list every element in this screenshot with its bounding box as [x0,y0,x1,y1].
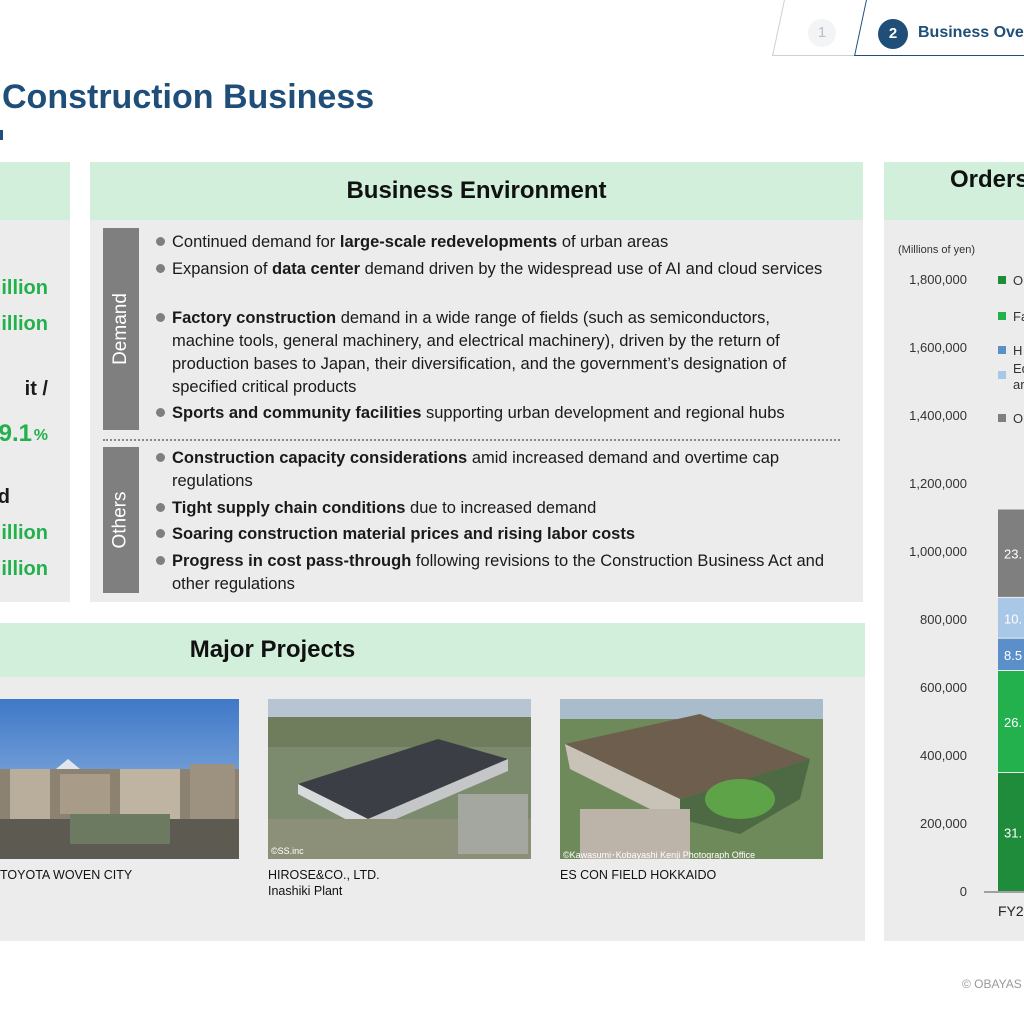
legend-label: Ed [1013,361,1024,376]
y-tick-label: 600,000 [920,680,967,695]
hirose-inashiki-plant-photo: ©SS.inc [268,699,531,859]
title-accent [0,130,3,140]
project-caption-1: TOYOTA WOVEN CITY [0,868,133,882]
y-tick-label: 200,000 [920,816,967,831]
left-panel-header [0,162,70,220]
es-con-field-photo: ©Kawasumi･Kobayashi Kenji Photograph Off… [560,699,823,859]
page-title: Construction Business [2,78,375,116]
summary-value-unit: % [33,427,48,444]
bar-segment-label: 31. [1004,826,1022,841]
tab-2-label[interactable]: Business Over [918,24,1024,42]
summary-value: 9.1 [0,420,32,447]
x-category-label: FY2 [998,903,1024,919]
summary-line-7: illion [1,558,48,580]
y-tick-label: 800,000 [920,612,967,627]
y-tick-label: 1,400,000 [909,408,967,423]
demand-list: Continued demand for large-scale redevel… [156,231,846,431]
tab-2-number[interactable]: 2 [878,19,908,49]
legend-swatch [998,312,1006,320]
demand-label: Demand [103,228,139,430]
toyota-woven-city-photo [0,699,239,859]
y-tick-label: 400,000 [920,748,967,763]
photo-3-credit: ©Kawasumi･Kobayashi Kenji Photograph Off… [563,850,756,859]
y-tick-label: 0 [960,884,967,899]
orders-title: Orders [884,162,1024,220]
summary-line-5: d [0,486,10,508]
bar-segment-label: 23. [1004,547,1022,562]
summary-line-3: it / [24,378,48,400]
legend-swatch [998,276,1006,284]
legend-label: O [1013,273,1023,288]
orders-unit: (Millions of yen) [898,244,976,256]
project-caption-3: ES CON FIELD HOKKAIDO [560,868,717,882]
y-tick-label: 1,000,000 [909,544,967,559]
others-list: Construction capacity considerations ami… [156,447,846,597]
tab-1-number[interactable]: 1 [808,19,836,47]
bar-segment-label: 8.5 [1004,648,1022,663]
project-caption-2: HIROSE&CO., LTD. [268,868,380,882]
summary-line-2: illion [1,313,48,335]
legend-label: Fa [1013,309,1024,324]
y-tick-label: 1,800,000 [909,272,967,287]
legend-swatch [998,414,1006,422]
business-environment-title: Business Environment [90,162,863,220]
y-tick-label: 1,600,000 [909,340,967,355]
major-projects-title: Major Projects [0,623,865,677]
copyright: © OBAYAS [962,977,1022,991]
legend-swatch [998,346,1006,354]
legend-swatch [998,371,1006,379]
bar-segment-label: 26. [1004,715,1022,730]
summary-line-6: illion [1,522,48,544]
project-caption-2-sub: Inashiki Plant [268,884,343,898]
legend-label: O [1013,411,1023,426]
y-tick-label: 1,200,000 [909,476,967,491]
section-divider [103,439,840,441]
bar-segment-label: 10. [1004,611,1022,626]
orders-chart: 1,800,000 1,600,000 1,400,000 1,200,000 1,00… [909,272,1024,919]
others-label: Others [103,447,139,593]
legend-label-line2: ar [1013,377,1024,392]
photo-2-credit: ©SS.inc [271,846,304,856]
summary-line-1: illion [1,277,48,299]
legend-label: H [1013,343,1022,358]
left-summary-panel: illion illion it / 9.1 % d illion illion [0,162,70,602]
